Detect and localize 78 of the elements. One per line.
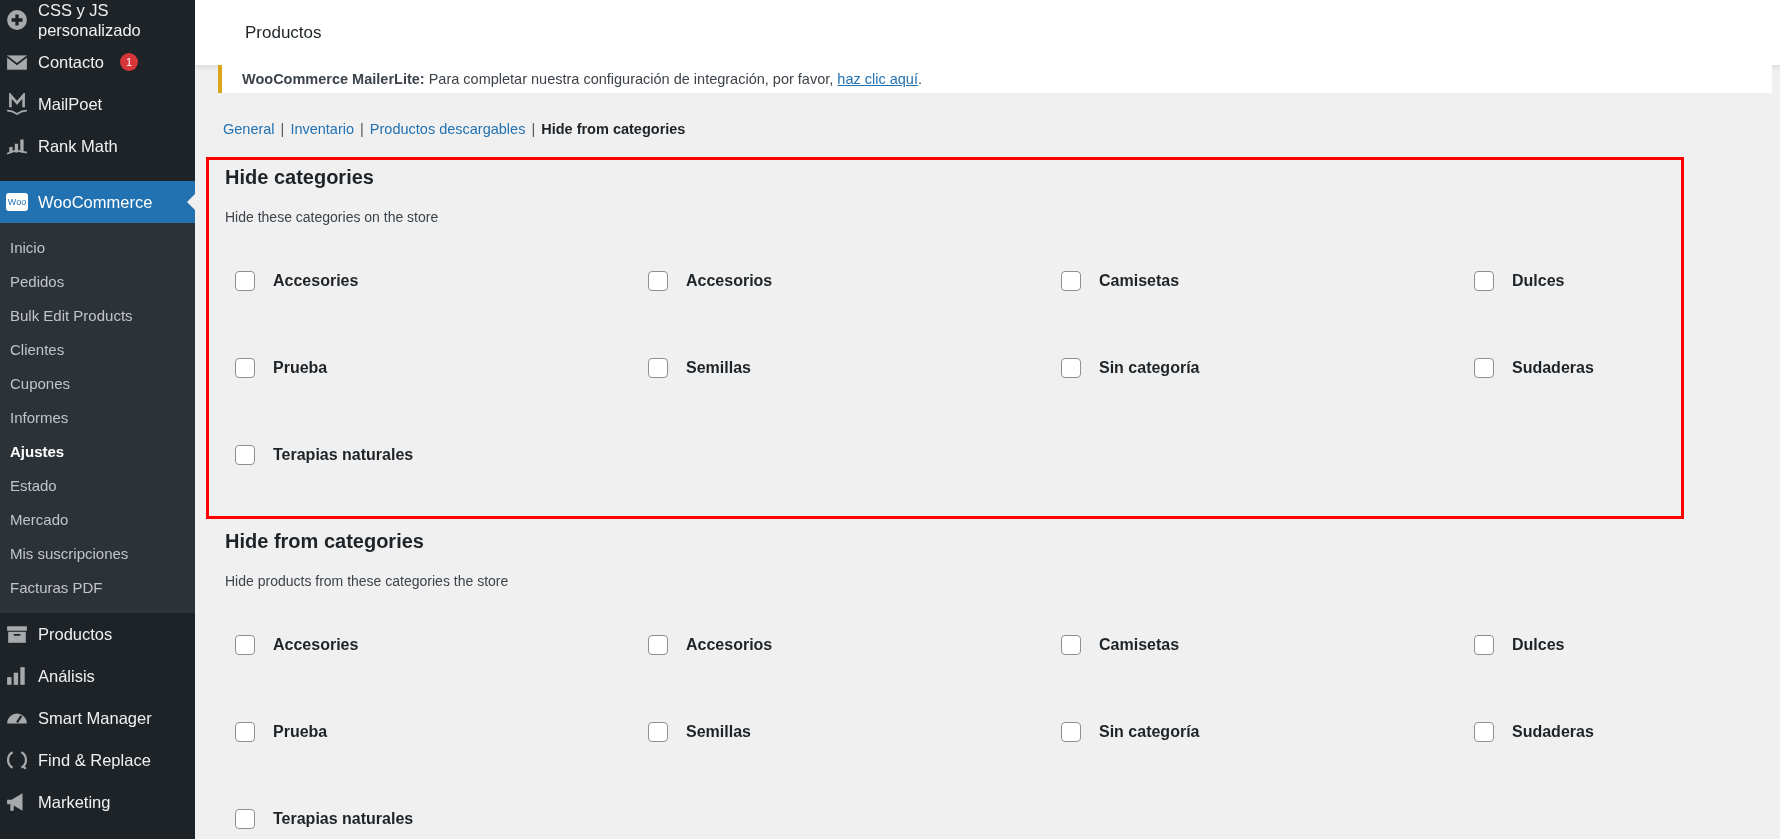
notice-text: WooCommerce MailerLite: Para completar nuestra configuración de integración, por favor, haz clic aquí. <box>242 71 922 87</box>
checkbox-label: Terapias naturales <box>273 445 414 464</box>
checkbox[interactable] <box>235 357 255 378</box>
submenu-item[interactable]: Mercado <box>0 503 195 537</box>
checkbox[interactable] <box>648 270 668 291</box>
sidebar-menu-item[interactable]: Marketing <box>0 781 195 823</box>
section-description: Hide these categories on the store <box>225 209 440 225</box>
settings-tab-link[interactable]: Productos descargables <box>369 121 526 137</box>
section-description: Hide products from these categories the store <box>225 573 510 589</box>
m-logo-icon <box>6 93 28 115</box>
submenu-item[interactable]: Pedidos <box>0 265 195 299</box>
submenu-item[interactable]: Cupones <box>0 367 195 401</box>
checkbox-label: Sudaderas <box>1512 722 1594 741</box>
sidebar-menu-item[interactable]: Contacto 1 <box>0 41 195 83</box>
bar-chart-icon <box>6 665 28 687</box>
sidebar-menu-item[interactable]: Productos <box>0 613 195 655</box>
checkbox[interactable] <box>1061 270 1081 291</box>
checkbox[interactable] <box>1474 721 1494 742</box>
checkbox[interactable] <box>235 634 255 655</box>
woo-logo-icon: Woo <box>6 193 28 211</box>
submenu-item[interactable]: Bulk Edit Products <box>0 299 195 333</box>
submenu-item[interactable]: Facturas PDF <box>0 571 195 605</box>
settings-tab-link[interactable]: Hide from categories <box>541 121 686 137</box>
submenu-item[interactable]: Mis suscripciones <box>0 537 195 571</box>
sidebar-menu-item[interactable]: MailPoet <box>0 83 195 125</box>
settings-tab-link[interactable]: General <box>223 121 275 137</box>
checkbox[interactable] <box>235 444 255 465</box>
submenu-item[interactable]: Estado <box>0 469 195 503</box>
separator: | <box>360 121 364 137</box>
settings-tab-link[interactable]: Inventario <box>290 121 355 137</box>
checkbox[interactable] <box>1061 721 1081 742</box>
checkbox[interactable] <box>1061 634 1081 655</box>
checkbox-label: Prueba <box>273 722 328 741</box>
sidebar-menu-item[interactable]: Find & Replace <box>0 739 195 781</box>
circular-arrows-icon <box>6 749 28 771</box>
checkbox-label: Camisetas <box>1099 635 1180 654</box>
submenu-item[interactable]: Ajustes <box>0 435 195 469</box>
checkbox-label: Sin categoría <box>1099 722 1200 741</box>
section-title: Hide categories <box>225 166 375 189</box>
checkbox[interactable] <box>1474 357 1494 378</box>
checkbox-label: Accesories <box>273 271 359 290</box>
separator: | <box>280 121 285 137</box>
checkbox[interactable] <box>235 270 255 291</box>
archive-box-icon <box>6 623 28 645</box>
page-title: Productos <box>195 0 1780 65</box>
submenu-item[interactable]: Informes <box>0 401 195 435</box>
checkbox-label: Camisetas <box>1099 271 1180 290</box>
checkbox[interactable] <box>235 808 255 829</box>
checkbox-label: Prueba <box>273 358 328 377</box>
checkbox[interactable] <box>648 357 668 378</box>
submenu-item[interactable]: Inicio <box>0 231 195 265</box>
sidebar-menu-item[interactable]: Woo WooCommerce <box>0 181 195 223</box>
sidebar-menu-item[interactable]: Análisis <box>0 655 195 697</box>
checkbox-label: Semillas <box>686 722 751 741</box>
checkbox-label: Dulces <box>1512 271 1565 290</box>
checkbox-label: Dulces <box>1512 635 1565 654</box>
notification-badge: 1 <box>120 53 139 71</box>
checkbox-label: Sudaderas <box>1512 358 1594 377</box>
checkbox[interactable] <box>1474 270 1494 291</box>
checkbox-label: Sin categoría <box>1099 358 1200 377</box>
section-title: Hide from categories <box>225 530 425 553</box>
sidebar-menu-item[interactable]: Smart Manager <box>0 697 195 739</box>
checkbox[interactable] <box>1061 357 1081 378</box>
sidebar-menu-item[interactable]: Rank Math <box>0 125 195 167</box>
checkbox[interactable] <box>235 721 255 742</box>
checkbox-label: Accesories <box>273 635 359 654</box>
plus-circle-icon <box>6 9 28 31</box>
notice-link[interactable]: haz clic aquí <box>837 71 918 87</box>
checkbox-label: Accesorios <box>686 635 773 654</box>
checkbox-label: Accesorios <box>686 271 773 290</box>
sidebar-menu-item[interactable]: CSS y JS personalizado <box>0 0 195 41</box>
submenu-item[interactable]: Clientes <box>0 333 195 367</box>
checkbox-label: Terapias naturales <box>273 809 414 828</box>
checkbox[interactable] <box>648 721 668 742</box>
separator: | <box>531 121 536 137</box>
checkbox[interactable] <box>1474 634 1494 655</box>
checkbox-label: Semillas <box>686 358 751 377</box>
checkbox[interactable] <box>648 634 668 655</box>
